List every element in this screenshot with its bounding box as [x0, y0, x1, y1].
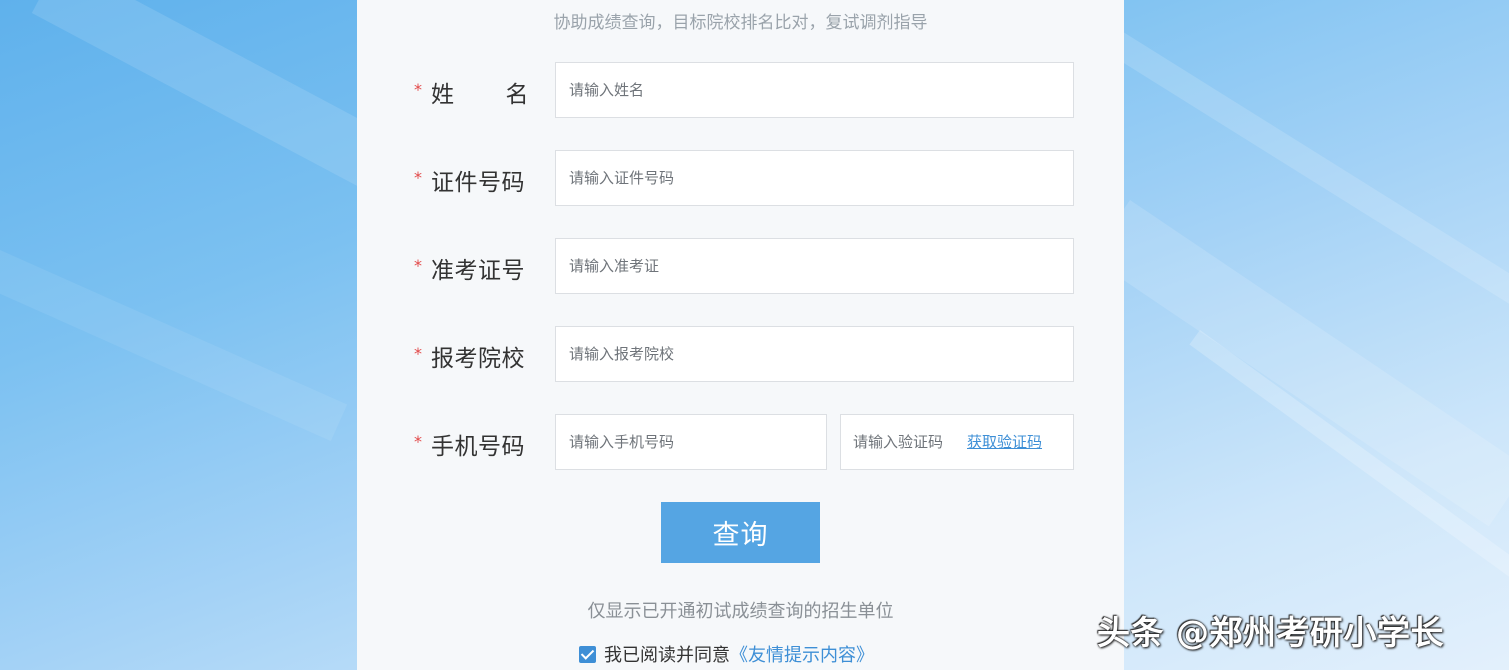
check-icon[interactable] — [579, 646, 596, 663]
id-number-row: * 证件号码 — [357, 150, 1124, 208]
agreement-row: 我已阅读并同意《友情提示内容》 — [579, 641, 874, 667]
required-mark: * — [414, 432, 422, 451]
form-subtitle: 协助成绩查询，目标院校排名比对，复试调剂指导 — [553, 13, 928, 33]
notice-text: 仅显示已开通初试成绩查询的招生单位 — [587, 601, 894, 622]
phone-label: 手机号码 — [431, 434, 525, 460]
admission-ticket-input[interactable] — [555, 238, 1074, 294]
target-school-label: 报考院校 — [431, 346, 525, 372]
watermark: 头条 @郑州考研小学长 — [1097, 613, 1444, 652]
name-label: 姓 名 — [431, 75, 529, 109]
verification-code-input[interactable] — [841, 415, 965, 469]
query-form-panel: 协助成绩查询，目标院校排名比对，复试调剂指导 * 姓 名 * 证件号码 * 准考… — [357, 0, 1124, 670]
query-button[interactable]: 查询 — [661, 502, 820, 563]
name-label-char-1: 姓 — [431, 82, 455, 108]
target-school-row: * 报考院校 — [357, 326, 1124, 384]
required-mark: * — [414, 256, 422, 275]
required-mark: * — [414, 344, 422, 363]
phone-input[interactable] — [555, 414, 827, 470]
target-school-input[interactable] — [555, 326, 1074, 382]
verification-code-box: 获取验证码 — [840, 414, 1074, 470]
admission-ticket-row: * 准考证号 — [357, 238, 1124, 296]
agreement-text: 我已阅读并同意 — [604, 645, 730, 666]
required-mark: * — [414, 80, 422, 99]
name-row: * 姓 名 — [357, 62, 1124, 120]
get-code-link[interactable]: 获取验证码 — [967, 431, 1042, 452]
name-label-char-2: 名 — [505, 82, 529, 108]
id-number-label: 证件号码 — [431, 170, 525, 196]
admission-ticket-label: 准考证号 — [431, 258, 525, 284]
required-mark: * — [414, 168, 422, 187]
id-number-input[interactable] — [555, 150, 1074, 206]
name-input[interactable] — [555, 62, 1074, 118]
phone-row: * 手机号码 获取验证码 — [357, 414, 1124, 472]
agreement-link[interactable]: 《友情提示内容》 — [730, 645, 874, 666]
background-streak — [0, 250, 348, 442]
